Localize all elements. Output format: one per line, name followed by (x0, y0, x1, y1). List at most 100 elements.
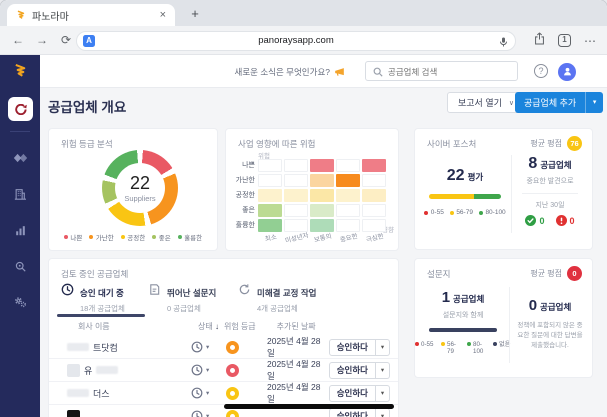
table-row[interactable]: 유 ▾ 2025년 4월 28일 승인하다 ▾ (49, 359, 398, 382)
questionnaire-bar (429, 328, 497, 332)
table-row[interactable]: 트닷컴 ▾ 2025년 4월 28일 승인하다 ▾ (49, 336, 398, 359)
tab-title: 파노라마 (32, 8, 154, 23)
heatmap-cell[interactable] (362, 204, 386, 217)
sidebar-item-company[interactable] (8, 184, 32, 204)
card-title: 검토 중인 공급업체 (61, 268, 128, 280)
heatmap-cell[interactable] (284, 204, 308, 217)
back-icon[interactable]: ← (8, 26, 28, 55)
supplier-search-box[interactable] (365, 61, 518, 81)
review-tabs: 승인 대기 중 18개 공급업체 뛰어난 설문지 0 공급업체 미해결 교정 작… (49, 283, 398, 317)
heatmap-cell[interactable] (336, 189, 360, 202)
sidebar-nav (0, 55, 40, 417)
approve-dropdown[interactable]: ▾ (376, 362, 390, 379)
heatmap-row-labels: 나쁜가난한공정한좋은훌륭한 (226, 159, 255, 234)
legend-item: 0-55 (415, 341, 435, 355)
heatmap-cell[interactable] (362, 174, 386, 187)
legend-dot (493, 342, 497, 346)
sidebar-item-suppliers-active[interactable] (8, 97, 33, 121)
legend-dot (479, 211, 483, 215)
forward-icon[interactable]: → (32, 26, 52, 55)
tab-pending-approval[interactable]: 승인 대기 중 18개 공급업체 (61, 283, 125, 314)
browser-menu-icon[interactable]: ⋯ (584, 34, 597, 48)
heatmap-row-label: 나쁜 (226, 159, 255, 174)
heatmap-cell[interactable] (258, 219, 282, 232)
new-tab-button[interactable]: + (186, 5, 204, 23)
posture-legend: 0-5556-7980-100 (421, 209, 509, 216)
address-bar[interactable]: A panoraysapp.com (76, 31, 516, 51)
heatmap-cell[interactable] (258, 204, 282, 217)
tab-close-icon[interactable]: × (160, 9, 166, 21)
heatmap-cell[interactable] (336, 219, 360, 232)
search-input[interactable] (366, 63, 517, 81)
tab-open-remediation[interactable]: 미해결 교정 작업 4개 공급업체 (238, 283, 316, 314)
heatmap-cell[interactable] (310, 204, 334, 217)
sidebar-item-partnership[interactable] (8, 148, 32, 168)
approve-dropdown[interactable]: ▾ (376, 385, 390, 402)
heatmap-cell[interactable] (336, 159, 360, 172)
heatmap-cell[interactable] (362, 189, 386, 202)
supplier-count: 22 (130, 173, 150, 194)
tab-outstanding-questionnaires[interactable]: 뛰어난 설문지 0 공급업체 (148, 283, 216, 314)
avg-rating-label: 평균 평점 (530, 268, 562, 279)
heatmap-cell[interactable] (336, 204, 360, 217)
reload-icon[interactable]: ⟳ (56, 26, 76, 55)
ratings-panel: 22 평가 0-5556-7980-100 (421, 167, 509, 216)
legend-dot (450, 211, 454, 215)
risk-donut[interactable]: 22 Suppliers (102, 150, 178, 226)
avg-rating-badge: 0 (567, 266, 582, 281)
help-button[interactable]: ? (534, 64, 548, 78)
heatmap-col-label: 극심한 (362, 232, 389, 245)
heatmap-cell[interactable] (310, 159, 334, 172)
heatmap-cell[interactable] (284, 189, 308, 202)
heatmap-grid (258, 159, 386, 232)
clock-icon (191, 410, 203, 417)
handshake-icon (13, 153, 28, 163)
horizontal-scrollbar[interactable] (224, 404, 394, 409)
approve-dropdown[interactable]: ▾ (376, 339, 390, 356)
open-report-button[interactable]: 보고서 열기 ∨ (447, 92, 525, 113)
table-row[interactable]: 더스 ▾ 2025년 4월 28일 승인하다 ▾ (49, 382, 398, 405)
heatmap-cell[interactable] (284, 159, 308, 172)
heatmap-cell[interactable] (284, 219, 308, 232)
megaphone-icon (334, 67, 345, 77)
approve-button[interactable]: 승인하다 (329, 385, 376, 402)
sidebar-item-reports[interactable] (8, 220, 32, 240)
whats-new-link[interactable]: 새로운 소식은 무엇인가요? (235, 66, 345, 78)
status-dropdown[interactable]: ▾ (177, 364, 215, 376)
heatmap-cell[interactable] (258, 159, 282, 172)
approve-button[interactable]: 승인하다 (329, 362, 376, 379)
add-supplier-button[interactable]: 공급업체 추가 ▾ (515, 92, 603, 113)
tab-switcher-button[interactable]: 1 (558, 34, 571, 47)
heatmap-cell[interactable] (310, 219, 334, 232)
magnifier-icon (15, 261, 26, 272)
microphone-icon[interactable] (499, 35, 508, 53)
heatmap-cell[interactable] (336, 174, 360, 187)
building-icon (14, 188, 26, 200)
status-dropdown[interactable]: ▾ (177, 387, 215, 399)
heatmap-cell[interactable] (310, 174, 334, 187)
heatmap-cell[interactable] (258, 174, 282, 187)
questionnaire-count: 1 (442, 289, 450, 306)
risk-badge (226, 410, 239, 417)
action-cell: 승인하다 ▾ (329, 385, 398, 402)
browser-tab[interactable]: 파노라마 × (7, 4, 175, 26)
gears-icon (14, 296, 27, 308)
user-avatar[interactable] (558, 63, 576, 81)
share-icon[interactable] (534, 32, 545, 50)
status-dropdown[interactable]: ▾ (177, 341, 215, 353)
heatmap-cell[interactable] (310, 189, 334, 202)
status-dropdown[interactable]: ▾ (177, 410, 215, 417)
approve-button[interactable]: 승인하다 (329, 339, 376, 356)
heatmap-cell[interactable] (362, 159, 386, 172)
heatmap-row-label: 좋은 (226, 204, 255, 219)
company-name: 트닷컴 (93, 341, 118, 354)
legend-item: 80-100 (467, 341, 487, 355)
heatmap-cell[interactable] (284, 174, 308, 187)
heatmap-cell[interactable] (258, 189, 282, 202)
sidebar-divider (10, 131, 30, 132)
sidebar-item-findings[interactable] (8, 256, 32, 276)
sidebar-item-settings[interactable] (8, 292, 32, 312)
heatmap-cell[interactable] (362, 219, 386, 232)
heatmap-col-label: 보통의 (310, 232, 337, 245)
add-supplier-dropdown[interactable]: ▾ (585, 92, 603, 113)
